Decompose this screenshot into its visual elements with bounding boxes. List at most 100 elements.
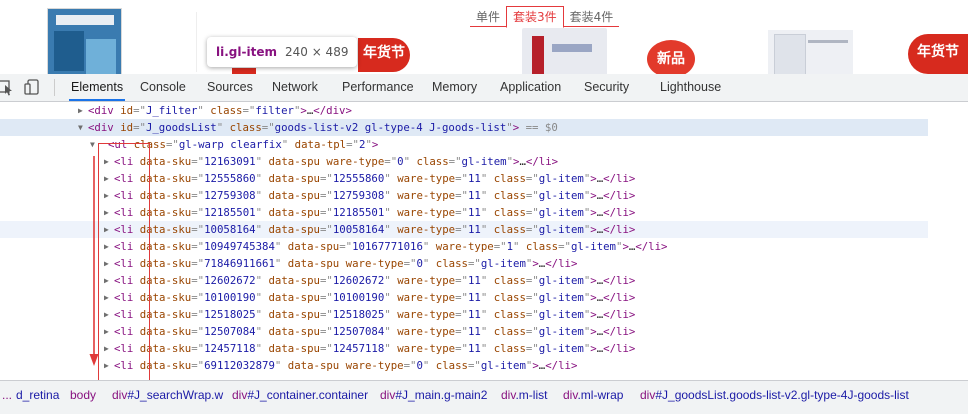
code-token: " [480,172,494,185]
code-token: class [493,223,526,236]
code-token: " [274,359,288,372]
expand-arrow-icon[interactable]: ▶ [78,102,88,119]
breadcrumb-item[interactable]: div#J_goodsList.goods-list-v2.gl-type-4J… [640,381,909,409]
annotation-line [149,143,150,380]
code-token: =" [191,223,205,236]
breadcrumb-selector: d_retina [16,388,60,402]
breadcrumb-tag: body [70,388,97,402]
code-token: </li> [603,291,636,304]
code-token: " [197,104,211,117]
code-token: data-spu [268,189,320,202]
promo-badge: 年货节 [908,34,968,74]
code-token: " [480,206,494,219]
code-token: class [229,121,262,134]
code-token: =" [525,206,539,219]
divider [196,12,197,72]
breadcrumb-item[interactable]: div#J_searchWrap.w [112,381,223,409]
code-token: gl-item [480,359,526,372]
code-token: =" [165,138,179,151]
tab-security[interactable]: Security [584,74,629,101]
code-token: gl-item [538,342,584,355]
tab-single[interactable]: 单件 [470,7,506,27]
breadcrumb-item[interactable]: div.ml-wrap [563,381,623,409]
code-token: " [281,138,295,151]
code-token: class [525,240,559,253]
code-token: =" [319,342,333,355]
collapse-arrow-icon[interactable]: ▼ [78,119,88,136]
code-token: =" [191,291,205,304]
code-token: class [493,325,526,338]
code-token: ware-type [397,308,456,321]
tooltip-size: 240 × 489 [284,45,349,59]
code-token: id [120,104,134,117]
tree-node-code: <li data-sku="12518025" data-spu="125180… [114,306,635,323]
code-token: data-spu [268,325,320,338]
code-token: =" [319,308,333,321]
code-token: 12457118 [204,342,256,355]
breadcrumb-selector: #J_main.g-main2 [395,388,488,402]
tree-row[interactable]: ▶ <div id="J_filter" class="filter">…</di… [0,102,928,119]
code-token: =" [455,308,468,321]
code-token: " [384,223,398,236]
tab-sources[interactable]: Sources [207,74,253,101]
breadcrumb-item[interactable]: div.m-list [501,381,547,409]
code-token: " [384,325,398,338]
code-token: " [422,240,436,253]
breadcrumb-item[interactable]: div#J_main.g-main2 [380,381,487,409]
code-token: =" [525,172,539,185]
product-image-box[interactable] [768,30,853,78]
device-toolbar-icon[interactable] [24,78,40,96]
breadcrumb-item[interactable]: d_retina [16,381,59,409]
tab-set-4[interactable]: 套装4件 [564,7,620,27]
breadcrumb-item[interactable]: div#J_container.container [232,381,368,409]
tab-lighthouse[interactable]: Lighthouse [660,74,721,101]
code-token: =" [319,206,333,219]
product-image-book[interactable] [47,8,122,78]
annotation-box [98,143,150,383]
code-token: 12759308 [204,189,256,202]
breadcrumb-selector: #J_goodsList.goods-list-v2.gl-type-4J-go… [655,388,909,402]
inspect-element-icon[interactable] [0,78,14,96]
tree-row-selected[interactable]: ▼ <div id="J_goodsList" class="goods-list… [0,119,928,136]
tab-performance[interactable]: Performance [342,74,414,101]
breadcrumb: ... d_retina body div#J_searchWrap.w div#J_c… [0,380,968,414]
code-token: 12555860 [332,172,385,185]
tab-elements[interactable]: Elements [69,74,126,101]
code-token: ware-type [397,206,456,219]
code-token: 12507084 [332,325,385,338]
code-token: gl-item [480,257,526,270]
code-token: data-spu [268,291,320,304]
breadcrumb-item[interactable]: body [70,381,96,409]
code-token: 11 [467,274,481,287]
code-token: 10949745384 [204,240,275,253]
breadcrumb-tag: div [501,388,516,402]
tab-set-3[interactable]: 套装3件 [506,6,564,28]
breadcrumb-item[interactable]: ... [2,381,12,409]
code-token: gl-item [538,172,584,185]
product-image-box[interactable] [522,28,607,78]
tab-network[interactable]: Network [272,74,318,101]
code-token: goods-list-v2 gl-type-4 J-goods-list [274,121,507,134]
tab-memory[interactable]: Memory [432,74,477,101]
code-token: 10100190 [332,291,385,304]
code-token: 11 [467,342,481,355]
breadcrumb-tag: div [380,388,396,402]
code-token: data-spu ware-type [287,257,404,270]
code-token: 10100190 [204,291,256,304]
code-token: class [493,342,526,355]
code-token: " [255,206,269,219]
code-token: =" [191,342,205,355]
devtools-tab-bar: Elements Console Sources Network Perform… [0,74,968,102]
code-token: " [255,342,269,355]
code-token: =" [525,223,539,236]
tab-console[interactable]: Console [140,74,186,101]
new-badge: 新品 [647,40,695,78]
code-token: </li> [603,223,636,236]
code-token: " [255,172,269,185]
code-token: =" [191,206,205,219]
breadcrumb-tag: div [112,388,128,402]
code-token: 10058164 [204,223,256,236]
code-token: 11 [467,189,481,202]
tab-application[interactable]: Application [500,74,561,101]
code-token: 12518025 [204,308,256,321]
